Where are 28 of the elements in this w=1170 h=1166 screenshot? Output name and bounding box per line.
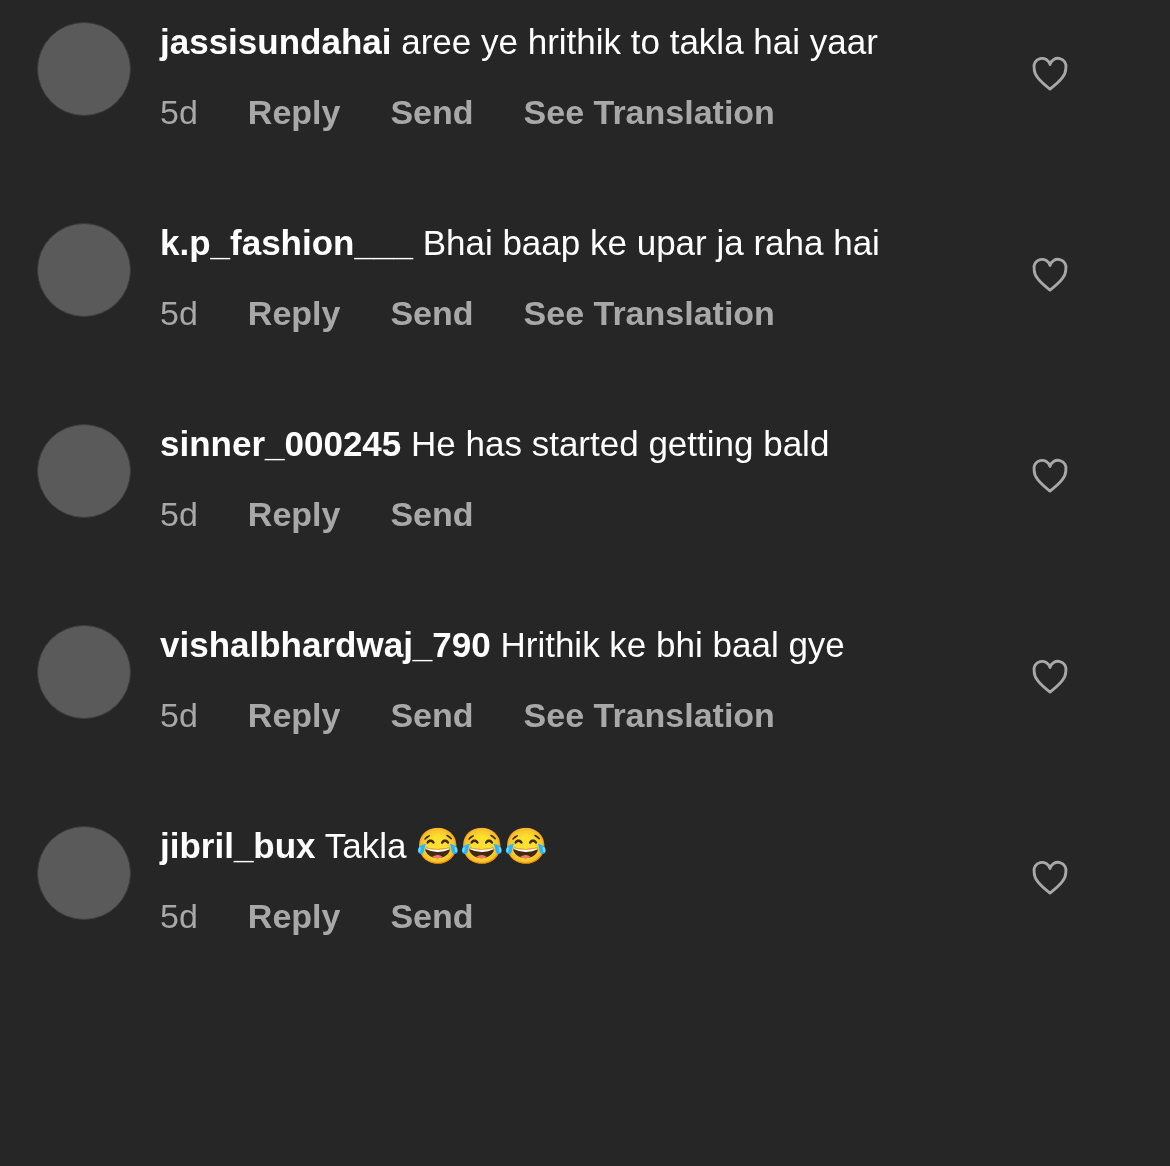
action-link[interactable]: See Translation: [523, 293, 775, 333]
action-link[interactable]: Send: [390, 293, 474, 333]
comment-text: jassisundahai aree ye hrithik to takla hai yaar: [160, 21, 879, 63]
timestamp: 5d: [160, 293, 198, 333]
heart-icon[interactable]: [1031, 860, 1069, 896]
action-link[interactable]: Reply: [247, 695, 341, 735]
action-link[interactable]: Reply: [247, 92, 341, 132]
heart-icon[interactable]: [1031, 257, 1069, 293]
comment-text: k.p_fashion___ Bhai baap ke upar ja raha hai: [160, 222, 881, 264]
comment-text: jibril_bux Takla 😂😂😂: [160, 825, 550, 867]
action-link[interactable]: Reply: [247, 293, 341, 333]
heart-icon[interactable]: [1031, 458, 1069, 494]
action-link[interactable]: Send: [390, 92, 474, 132]
comment-text: vishalbhardwaj_790 Hrithik ke bhi baal gye: [160, 624, 846, 666]
timestamp: 5d: [160, 92, 198, 132]
timestamp: 5d: [160, 896, 198, 936]
timestamp: 5d: [160, 494, 198, 534]
action-link[interactable]: Send: [390, 896, 474, 936]
heart-icon[interactable]: [1031, 659, 1069, 695]
timestamp: 5d: [160, 695, 198, 735]
action-link[interactable]: Send: [390, 494, 474, 534]
action-link[interactable]: Send: [390, 695, 474, 735]
action-link[interactable]: Reply: [247, 494, 341, 534]
action-link[interactable]: See Translation: [523, 695, 775, 735]
action-link[interactable]: Reply: [247, 896, 341, 936]
comment-text: sinner_000245 He has started getting bald: [160, 423, 831, 465]
heart-icon[interactable]: [1031, 56, 1069, 92]
action-link[interactable]: See Translation: [523, 92, 775, 132]
